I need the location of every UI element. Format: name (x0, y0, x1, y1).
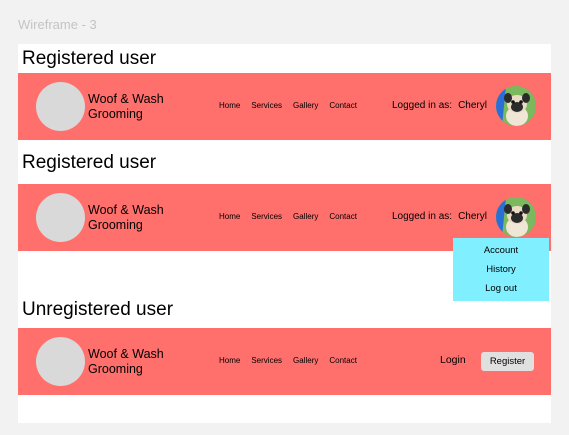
logo-placeholder[interactable] (36, 82, 85, 131)
wireframe-canvas: Registered user Woof & Wash Grooming Hom… (18, 44, 551, 423)
logged-in-status: Logged in as: Cheryl (392, 100, 487, 111)
section-title-registered: Registered user (22, 48, 157, 69)
nav-links: Home Services Gallery Contact (219, 356, 368, 365)
register-button[interactable]: Register (481, 352, 534, 371)
brand-line-2: Grooming (88, 107, 143, 121)
brand-line-1: Woof & Wash (88, 203, 164, 217)
nav-services[interactable]: Services (251, 212, 282, 221)
user-name: Cheryl (458, 100, 487, 111)
logo-placeholder[interactable] (36, 193, 85, 242)
section-title-registered-menu: Registered user (22, 152, 157, 173)
user-name: Cheryl (458, 211, 487, 222)
menu-item-account[interactable]: Account (453, 245, 549, 256)
section-title-unregistered: Unregistered user (22, 299, 174, 320)
logged-in-status: Logged in as: Cheryl (392, 211, 487, 222)
user-avatar[interactable] (496, 197, 536, 237)
brand-name[interactable]: Woof & Wash Grooming (88, 203, 164, 233)
nav-links: Home Services Gallery Contact (219, 101, 368, 110)
brand-line-1: Woof & Wash (88, 347, 164, 361)
nav-services[interactable]: Services (251, 101, 282, 110)
nav-contact[interactable]: Contact (329, 101, 357, 110)
nav-gallery[interactable]: Gallery (293, 356, 318, 365)
nav-gallery[interactable]: Gallery (293, 212, 318, 221)
menu-item-log-out[interactable]: Log out (453, 283, 549, 294)
nav-home[interactable]: Home (219, 212, 240, 221)
frame-label: Wireframe - 3 (18, 17, 97, 32)
pug-avatar-icon (496, 86, 536, 126)
navbar-registered: Woof & Wash Grooming Home Services Galle… (18, 73, 551, 140)
menu-item-history[interactable]: History (453, 264, 549, 275)
account-dropdown-menu: Account History Log out (453, 238, 549, 301)
login-link[interactable]: Login (440, 354, 466, 366)
brand-line-2: Grooming (88, 362, 143, 376)
nav-home[interactable]: Home (219, 356, 240, 365)
logo-placeholder[interactable] (36, 337, 85, 386)
navbar-unregistered: Woof & Wash Grooming Home Services Galle… (18, 328, 551, 395)
brand-line-2: Grooming (88, 218, 143, 232)
nav-links: Home Services Gallery Contact (219, 212, 368, 221)
brand-name[interactable]: Woof & Wash Grooming (88, 92, 164, 122)
logged-in-label: Logged in as: (392, 211, 453, 222)
nav-contact[interactable]: Contact (329, 212, 357, 221)
nav-gallery[interactable]: Gallery (293, 101, 318, 110)
nav-services[interactable]: Services (251, 356, 282, 365)
brand-name[interactable]: Woof & Wash Grooming (88, 347, 164, 377)
pug-avatar-icon (496, 197, 536, 237)
brand-line-1: Woof & Wash (88, 92, 164, 106)
nav-contact[interactable]: Contact (329, 356, 357, 365)
user-avatar[interactable] (496, 86, 536, 126)
logged-in-label: Logged in as: (392, 100, 453, 111)
nav-home[interactable]: Home (219, 101, 240, 110)
